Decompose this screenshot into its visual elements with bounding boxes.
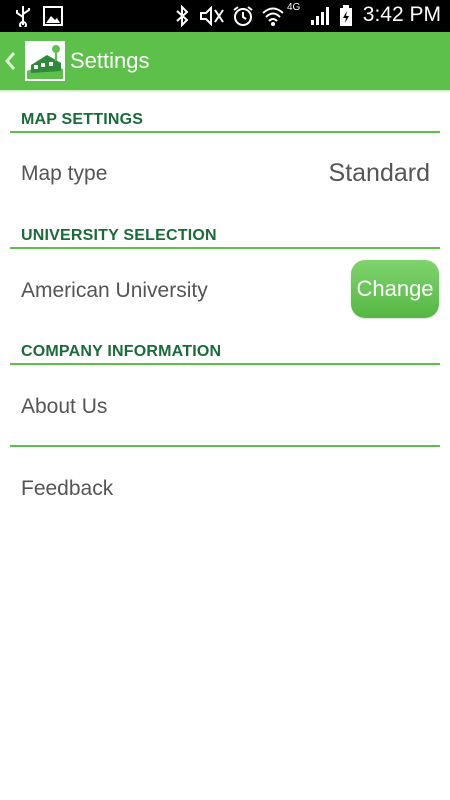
signal-icon [310, 4, 332, 28]
app-logo-icon[interactable] [25, 41, 65, 81]
alarm-icon [232, 4, 254, 28]
page-title: Settings [70, 48, 150, 73]
usb-icon [14, 4, 32, 28]
map-type-value: Standard [328, 159, 430, 187]
section-header-university: UNIVERSITY SELECTION [21, 227, 217, 244]
bluetooth-icon [175, 4, 189, 28]
status-bar: 4G 3:42 PM [0, 0, 450, 32]
map-type-label: Map type [21, 162, 108, 185]
pref-map-type[interactable]: Map type Standard [0, 133, 450, 215]
section-header-company: COMPANY INFORMATION [21, 343, 222, 360]
wifi-icon [261, 4, 285, 28]
network-type-label: 4G [287, 2, 301, 13]
status-time: 3:42 PM [362, 3, 441, 26]
about-us-label: About Us [21, 395, 108, 418]
mute-icon [199, 4, 227, 28]
section-header-map-settings: MAP SETTINGS [21, 111, 144, 128]
university-name: American University [21, 279, 208, 302]
change-university-button[interactable]: Change [351, 260, 439, 318]
pref-feedback[interactable]: Feedback [0, 447, 450, 529]
image-icon [43, 4, 63, 28]
feedback-label: Feedback [21, 477, 114, 500]
back-chevron-icon[interactable] [3, 50, 17, 72]
action-bar: Settings [0, 32, 450, 90]
action-bar-shadow [0, 90, 450, 93]
pref-university: American University Change [0, 249, 450, 331]
battery-icon [339, 4, 353, 28]
pref-about-us[interactable]: About Us [0, 365, 450, 445]
